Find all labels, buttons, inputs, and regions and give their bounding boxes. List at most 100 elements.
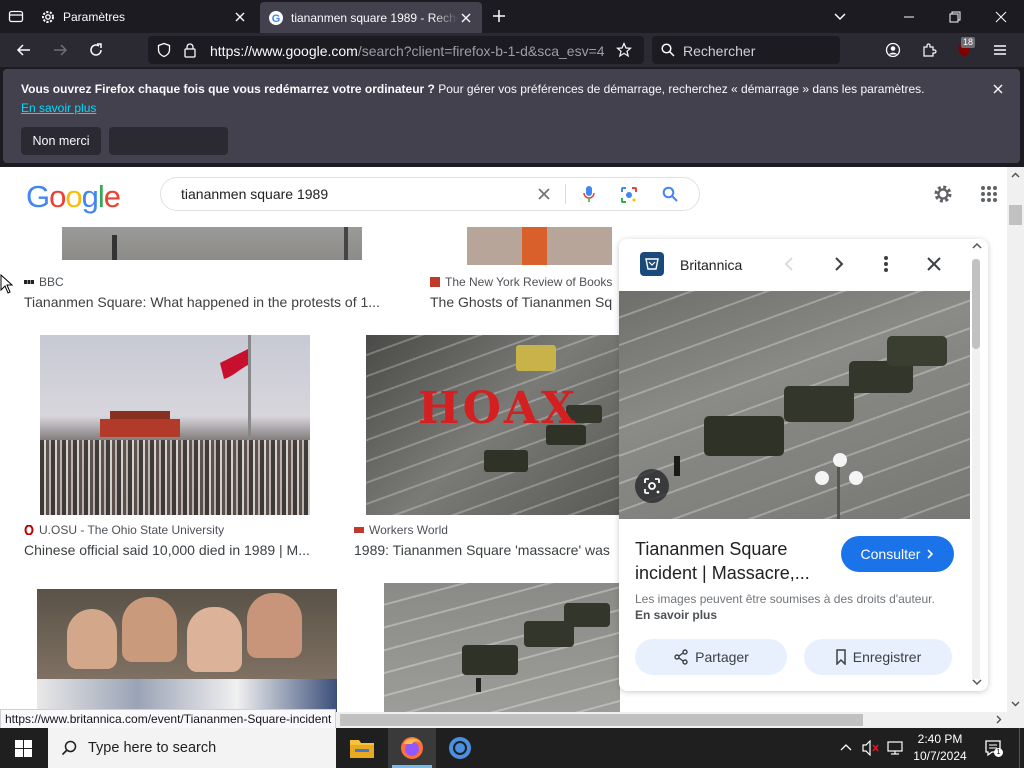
notification-text: Pour gérer vos préférences de démarrage,… — [434, 82, 925, 96]
panel-scroll-down-icon[interactable] — [972, 677, 982, 687]
shield-icon[interactable] — [156, 42, 172, 58]
chevron-down-icon[interactable] — [832, 8, 848, 24]
horizontal-scroll-thumb[interactable] — [340, 714, 863, 726]
tab-list-icon[interactable] — [8, 8, 24, 24]
apps-grid-icon[interactable] — [980, 185, 998, 203]
source-label: U.OSU - The Ohio State University — [39, 523, 225, 537]
account-icon[interactable] — [879, 36, 907, 64]
result-source[interactable]: U.OSU - The Ohio State University — [24, 523, 224, 537]
preview-image[interactable] — [619, 291, 970, 519]
result-title[interactable]: 1989: Tiananmen Square 'massacre' was — [354, 542, 619, 558]
forward-button[interactable] — [46, 36, 74, 64]
lens-search-button[interactable] — [635, 469, 669, 503]
url-text[interactable]: https://www.google.com/search?client=fir… — [210, 43, 606, 59]
save-button[interactable]: Enregistrer — [804, 639, 952, 675]
restore-button[interactable] — [932, 0, 978, 33]
file-explorer-icon[interactable] — [349, 736, 375, 760]
microphone-icon[interactable] — [582, 185, 596, 203]
share-button[interactable]: Partager — [635, 639, 787, 675]
scroll-up-icon[interactable] — [1011, 171, 1020, 180]
ublock-icon[interactable]: 18 — [950, 36, 978, 64]
bookmark-star-icon[interactable] — [616, 42, 632, 58]
bookmark-icon — [835, 649, 847, 665]
next-arrow-icon[interactable] — [829, 255, 847, 273]
result-image[interactable] — [467, 227, 612, 265]
result-title[interactable]: The Ghosts of Tiananmen Sq — [430, 294, 619, 310]
osu-icon — [24, 525, 34, 535]
google-favicon-icon: G — [268, 10, 284, 26]
google-logo[interactable]: Google — [26, 179, 121, 215]
windows-start-icon[interactable] — [15, 740, 32, 757]
result-title[interactable]: Tiananmen Square: What happened in the p… — [24, 294, 404, 310]
crowd — [40, 440, 310, 515]
close-tab-icon[interactable] — [232, 9, 248, 25]
result-image[interactable] — [62, 227, 362, 260]
more-options-icon[interactable] — [877, 255, 895, 273]
search-query[interactable]: tiananmen square 1989 — [181, 186, 328, 202]
settings-gear-icon[interactable] — [932, 183, 954, 205]
gear-icon — [40, 9, 56, 25]
panel-source-name[interactable]: Britannica — [680, 257, 742, 273]
result-title[interactable]: Chinese official said 10,000 died in 198… — [24, 542, 330, 558]
minimize-button[interactable] — [886, 0, 932, 33]
taskbar-search-box[interactable]: Type here to search — [48, 728, 336, 768]
notification-center-icon[interactable]: 1 — [984, 739, 1003, 757]
volume-muted-icon[interactable] — [862, 740, 880, 756]
page-scrollbar[interactable] — [1007, 167, 1024, 712]
close-icon[interactable] — [925, 255, 943, 273]
copyright-learn-more-link[interactable]: En savoir plus — [635, 608, 717, 622]
extensions-icon[interactable] — [915, 36, 943, 64]
google-images-page: BBC Tiananmen Square: What happened in t… — [0, 167, 1007, 712]
result-source[interactable]: BBC — [24, 275, 64, 289]
system-clock[interactable]: 2:40 PM 10/7/2024 — [906, 731, 974, 765]
startup-notification-bar: Vous ouvrez Firefox chaque fois que vous… — [3, 69, 1020, 163]
scroll-right-icon[interactable] — [994, 715, 1003, 724]
learn-more-link[interactable]: En savoir plus — [21, 101, 96, 115]
firefox-taskbar-button[interactable] — [388, 728, 436, 768]
tab-search-results[interactable]: G tiananmen square 1989 - Recherche — [260, 2, 482, 33]
panel-scroll-thumb[interactable] — [972, 259, 980, 349]
panel-scroll-up-icon[interactable] — [972, 241, 982, 251]
lock-icon[interactable] — [182, 42, 198, 58]
person-face — [122, 597, 177, 662]
source-label: Workers World — [369, 523, 448, 537]
chevron-up-icon[interactable] — [840, 742, 852, 752]
tab-settings[interactable]: Paramètres — [32, 0, 256, 33]
no-thanks-button[interactable]: Non merci — [21, 127, 101, 155]
tank — [484, 450, 528, 472]
tank — [887, 336, 947, 366]
firefox-icon — [400, 736, 424, 760]
reload-button[interactable] — [82, 36, 110, 64]
menu-icon[interactable] — [986, 36, 1014, 64]
google-search-box[interactable]: tiananmen square 1989 — [160, 177, 700, 211]
share-label: Partager — [695, 649, 749, 665]
chrome-icon[interactable] — [448, 736, 472, 760]
browser-search-box[interactable]: Rechercher — [652, 36, 840, 64]
search-icon[interactable] — [662, 186, 678, 202]
address-bar[interactable]: https://www.google.com/search?client=fir… — [148, 36, 644, 64]
page-scroll-thumb[interactable] — [1009, 205, 1022, 225]
secondary-button[interactable] — [109, 127, 228, 155]
close-tab-icon[interactable] — [458, 10, 474, 26]
show-desktop-button[interactable] — [1019, 728, 1024, 768]
close-icon[interactable] — [991, 82, 1005, 96]
new-tab-icon[interactable] — [491, 8, 507, 24]
back-button[interactable] — [10, 36, 38, 64]
result-image[interactable] — [384, 583, 620, 712]
result-image[interactable]: HOAX — [366, 335, 620, 515]
lamp-post — [809, 451, 869, 519]
result-image[interactable] — [40, 335, 310, 515]
navigation-toolbar: https://www.google.com/search?client=fir… — [0, 33, 1024, 67]
result-image[interactable] — [37, 589, 337, 712]
network-icon[interactable] — [886, 740, 904, 756]
result-source[interactable]: Workers World — [354, 523, 448, 537]
scroll-down-icon[interactable] — [1011, 699, 1020, 708]
panel-scrollbar[interactable] — [972, 259, 980, 679]
close-window-button[interactable] — [978, 0, 1024, 33]
lens-icon[interactable] — [620, 186, 638, 204]
clear-icon[interactable] — [537, 187, 551, 201]
visit-button[interactable]: Consulter — [841, 536, 954, 572]
panel-title[interactable]: Tiananmen Square incident | Massacre,... — [635, 537, 835, 585]
result-source[interactable]: The New York Review of Books — [430, 275, 612, 289]
previous-arrow-icon[interactable] — [781, 255, 799, 273]
